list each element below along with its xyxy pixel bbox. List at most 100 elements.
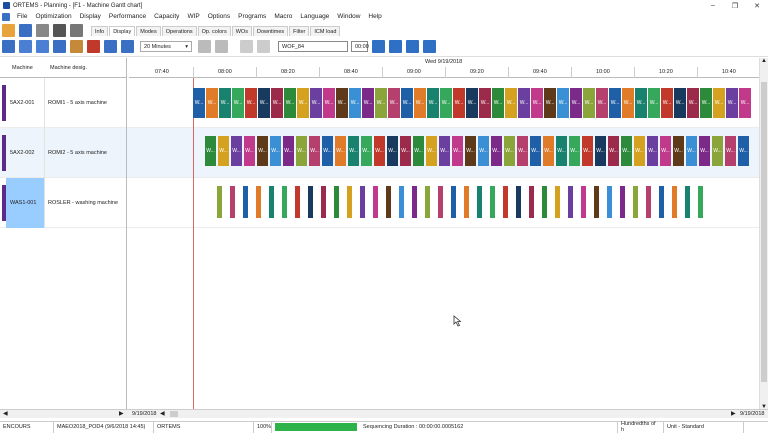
work-order-bar[interactable]: W... [673, 136, 684, 166]
work-order-bar[interactable] [243, 186, 248, 218]
work-order-bar[interactable]: W... [440, 88, 452, 118]
wo-search-input[interactable]: WOF_84 [278, 41, 348, 52]
zoom-select[interactable]: 20 Minutes ▾ [140, 41, 192, 52]
tab-opcolors[interactable]: Op. colors [197, 26, 231, 36]
work-order-bar[interactable]: W... [543, 136, 554, 166]
scroll-up-icon[interactable]: ▲ [760, 58, 768, 66]
work-order-bar[interactable] [568, 186, 573, 218]
work-order-bar[interactable]: W... [413, 136, 424, 166]
work-order-bar[interactable]: W... [297, 88, 309, 118]
work-order-bar[interactable]: W... [362, 88, 374, 118]
work-order-bar[interactable]: W... [544, 88, 556, 118]
work-order-bar[interactable]: W... [478, 136, 489, 166]
work-order-bar[interactable]: W... [596, 88, 608, 118]
work-order-bar[interactable]: W... [504, 136, 515, 166]
work-order-bar[interactable]: W... [700, 88, 712, 118]
menu-window[interactable]: Window [333, 13, 364, 20]
work-order-bar[interactable]: W... [648, 88, 660, 118]
scroll-thumb[interactable] [761, 82, 767, 382]
work-order-bar[interactable] [542, 186, 547, 218]
work-order-bar[interactable]: W... [335, 136, 346, 166]
tab-downtimes[interactable]: Downtimes [252, 26, 289, 36]
work-order-bar[interactable]: W... [713, 88, 725, 118]
work-order-bar[interactable]: W... [427, 88, 439, 118]
work-order-bar[interactable]: W... [387, 136, 398, 166]
work-order-bar[interactable]: W... [699, 136, 710, 166]
work-order-bar[interactable]: W... [193, 88, 205, 118]
work-order-bar[interactable] [516, 186, 521, 218]
work-order-bar[interactable]: W... [518, 88, 530, 118]
menu-macro[interactable]: Macro [270, 13, 296, 20]
work-order-bar[interactable]: W... [283, 136, 294, 166]
work-order-bar[interactable]: W... [245, 88, 257, 118]
work-order-bar[interactable]: W... [582, 136, 593, 166]
work-order-bar[interactable]: W... [388, 88, 400, 118]
filter-icon[interactable] [70, 24, 83, 37]
chart-icon[interactable] [19, 40, 32, 53]
work-order-bar[interactable] [399, 186, 404, 218]
work-order-bar[interactable]: W... [556, 136, 567, 166]
work-order-bar[interactable]: W... [726, 88, 738, 118]
work-order-bar[interactable]: W... [621, 136, 632, 166]
menu-file[interactable]: File [13, 13, 31, 20]
calendar-icon[interactable] [70, 40, 83, 53]
open-folder-icon[interactable] [2, 24, 15, 37]
zoom-out-icon[interactable] [121, 40, 134, 53]
report-icon[interactable] [36, 24, 49, 37]
work-order-bar[interactable]: W... [608, 136, 619, 166]
list-icon[interactable] [389, 40, 402, 53]
work-order-bar[interactable] [698, 186, 703, 218]
tab-icmload[interactable]: ICM load [310, 26, 341, 36]
time-input[interactable]: 00:00 [351, 41, 369, 52]
menu-display[interactable]: Display [76, 13, 105, 20]
work-order-bar[interactable] [503, 186, 508, 218]
work-order-bar[interactable] [282, 186, 287, 218]
work-order-bar[interactable] [464, 186, 469, 218]
work-order-bar[interactable] [607, 186, 612, 218]
scroll-right-small-icon[interactable]: ▶ [119, 410, 124, 417]
work-order-bar[interactable]: W... [231, 136, 242, 166]
work-order-bar[interactable]: W... [647, 136, 658, 166]
work-order-bar[interactable]: W... [374, 136, 385, 166]
work-order-bar[interactable]: W... [271, 88, 283, 118]
close-icon[interactable]: ✕ [746, 0, 768, 11]
work-order-bar[interactable] [594, 186, 599, 218]
comment-icon[interactable] [240, 40, 253, 53]
tab-wos[interactable]: WOs [231, 26, 252, 36]
machine-row-label[interactable]: 5AX2-002 ROMI2 - 5 axis machine [0, 128, 127, 178]
work-order-bar[interactable]: W... [309, 136, 320, 166]
work-order-bar[interactable]: W... [439, 136, 450, 166]
work-order-bar[interactable]: W... [725, 136, 736, 166]
work-order-bar[interactable] [256, 186, 261, 218]
status-unit-mode[interactable]: Unit - Standard [664, 421, 744, 433]
work-order-bar[interactable] [451, 186, 456, 218]
work-order-bar[interactable] [321, 186, 326, 218]
work-order-bar[interactable]: W... [712, 136, 723, 166]
work-order-bar[interactable]: W... [505, 88, 517, 118]
work-order-bar[interactable] [633, 186, 638, 218]
work-order-bar[interactable] [334, 186, 339, 218]
work-order-bar[interactable]: W... [530, 136, 541, 166]
work-order-bar[interactable]: W... [465, 136, 476, 166]
zoom-in-icon[interactable] [104, 40, 117, 53]
work-order-bar[interactable] [490, 186, 495, 218]
work-order-bar[interactable]: W... [219, 88, 231, 118]
work-order-bar[interactable] [581, 186, 586, 218]
scroll-thumb-h[interactable] [170, 411, 178, 417]
work-order-bar[interactable] [295, 186, 300, 218]
pin-icon[interactable] [257, 40, 270, 53]
restore-icon[interactable]: ❐ [724, 0, 746, 11]
tab-display[interactable]: Display [109, 26, 136, 36]
layout-icon[interactable] [36, 40, 49, 53]
work-order-bar[interactable] [373, 186, 378, 218]
work-order-bar[interactable]: W... [674, 88, 686, 118]
work-order-bar[interactable]: W... [244, 136, 255, 166]
work-order-bar[interactable]: W... [349, 88, 361, 118]
menu-help[interactable]: Help [364, 13, 385, 20]
work-order-bar[interactable]: W... [336, 88, 348, 118]
menu-capacity[interactable]: Capacity [150, 13, 183, 20]
work-order-bar[interactable] [386, 186, 391, 218]
work-order-bar[interactable]: W... [622, 88, 634, 118]
table-icon[interactable] [53, 40, 66, 53]
work-order-bar[interactable]: W... [284, 88, 296, 118]
